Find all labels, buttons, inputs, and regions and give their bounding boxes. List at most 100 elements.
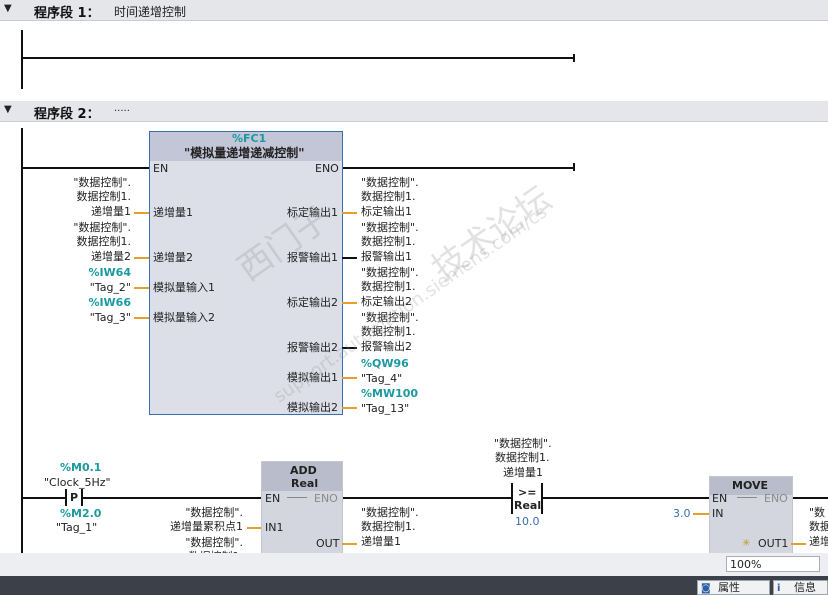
fc1-in3-address[interactable]: %IW64	[31, 266, 131, 279]
fc1-out5-address[interactable]: %QW96	[361, 357, 409, 370]
fc1-out1-wire	[342, 212, 357, 214]
add-in1-operand-line1[interactable]: "数据控制".	[143, 506, 243, 519]
contact-p-tag[interactable]: "Clock_5Hz"	[44, 476, 111, 489]
move-in-value[interactable]: 3.0	[673, 507, 691, 520]
fc1-out4-operand-line3[interactable]: 报警输出2	[361, 340, 412, 353]
compare-left-bar	[511, 483, 513, 514]
contact-p-left-bar	[65, 489, 67, 506]
fc1-en-label: EN	[153, 162, 169, 175]
fc1-out6-address[interactable]: %MW100	[361, 387, 418, 400]
fc1-pin-out6: 模拟输出2	[287, 401, 338, 414]
contact-p-edge-address[interactable]: %M2.0	[60, 507, 101, 520]
segment-1-comment[interactable]: 时间递增控制	[114, 3, 186, 20]
properties-icon: ◙	[701, 583, 711, 594]
contact-p-edge-tag[interactable]: "Tag_1"	[56, 521, 97, 534]
fc1-pin-in1: 递增量1	[153, 206, 193, 219]
fc1-in1-operand-line3[interactable]: 递增量1	[31, 205, 131, 218]
fc1-out4-operand-line2[interactable]: 数据控制1.	[361, 325, 416, 338]
collapse-triangle-icon[interactable]: ▼	[4, 104, 12, 115]
fc1-in1-operand-line2[interactable]: 数据控制1.	[31, 190, 132, 203]
compare-value[interactable]: 10.0	[515, 515, 540, 528]
move-out-operand-line1[interactable]: "数	[809, 506, 825, 519]
add-en-eno-link	[287, 497, 307, 498]
fc1-eno-wire[interactable]	[342, 167, 575, 169]
compare-symbol[interactable]: >=	[518, 486, 536, 499]
add-out-operand-line1[interactable]: "数据控制".	[361, 506, 419, 519]
add-in2-operand-line1[interactable]: "数据控制".	[143, 536, 243, 549]
add-out-wire	[342, 543, 357, 545]
fc1-out6-tag[interactable]: "Tag_13"	[361, 402, 409, 415]
compare-operand-line3[interactable]: 递增量1	[503, 466, 543, 479]
move-en-eno-link	[737, 497, 757, 498]
fc1-out3-operand-line1[interactable]: "数据控制".	[361, 266, 419, 279]
zoom-field[interactable]: 100%	[726, 556, 820, 572]
add-title: ADD	[290, 464, 317, 477]
tab-properties[interactable]: ◙ 属性	[697, 580, 770, 595]
fc1-in1-operand-line1[interactable]: "数据控制".	[31, 176, 131, 189]
rung-3-wire-c[interactable]	[342, 497, 511, 499]
fc1-out5-tag[interactable]: "Tag_4"	[361, 372, 402, 385]
compare-operand-line1[interactable]: "数据控制".	[494, 437, 552, 450]
add-in1-label: IN1	[265, 521, 284, 534]
rung-1-wire[interactable]	[21, 57, 574, 59]
rung-2-end	[573, 163, 575, 171]
segment-1-header[interactable]: ▼ 程序段 1： 时间递增控制	[0, 0, 828, 21]
fc1-out4-operand-line1[interactable]: "数据控制".	[361, 311, 419, 324]
fc1-pin-out4: 报警输出2	[287, 341, 338, 354]
move-out-operand-line2[interactable]: 数据	[809, 520, 828, 533]
fc1-in2-operand-line2[interactable]: 数据控制1.	[31, 235, 132, 248]
move-in-wire	[693, 513, 709, 515]
fc1-out2-operand-line2[interactable]: 数据控制1.	[361, 235, 416, 248]
move-out-operand-line3[interactable]: 递增	[809, 535, 828, 548]
fc1-en-wire[interactable]	[21, 167, 150, 169]
fc1-out1-operand-line1[interactable]: "数据控制".	[361, 176, 419, 189]
fc1-name[interactable]: "模拟量递增递减控制"	[184, 147, 305, 160]
fc1-in4-address[interactable]: %IW66	[31, 296, 131, 309]
watermark-text-2: 技术论坛	[424, 178, 559, 290]
fc1-out3-wire	[342, 302, 357, 304]
add-out-operand-line3[interactable]: 递增量1	[361, 535, 401, 548]
fc1-in3-tag[interactable]: "Tag_2"	[31, 281, 131, 294]
add-type[interactable]: Real	[291, 477, 318, 490]
segment-2-comment[interactable]: .....	[114, 103, 130, 114]
collapse-triangle-icon[interactable]: ▼	[4, 3, 12, 14]
move-eno-label: ENO	[764, 492, 788, 505]
fc1-pin-out2: 报警输出1	[287, 251, 338, 264]
power-rail-2	[21, 128, 23, 558]
fc1-out2-operand-line1[interactable]: "数据控制".	[361, 221, 419, 234]
fc1-in2-operand-line1[interactable]: "数据控制".	[31, 221, 131, 234]
fc1-in2-wire	[134, 257, 149, 259]
add-in1-operand-line2[interactable]: 递增量累积点1	[143, 520, 243, 533]
rung-3-wire-a[interactable]	[21, 497, 65, 499]
contact-p-address[interactable]: %M0.1	[60, 461, 101, 474]
fc1-out5-wire	[342, 377, 357, 379]
fc1-in4-wire	[134, 317, 149, 319]
fc1-out1-operand-line2[interactable]: 数据控制1.	[361, 190, 416, 203]
fc1-out1-operand-line3[interactable]: 标定输出1	[361, 205, 412, 218]
move-in-label: IN	[712, 507, 724, 520]
rung-3-wire-e[interactable]	[791, 497, 828, 499]
compare-operand-line2[interactable]: 数据控制1.	[495, 451, 550, 464]
insert-output-star-icon[interactable]: ✳	[742, 537, 750, 550]
fc1-address: %FC1	[232, 132, 267, 145]
contact-p-symbol[interactable]: P	[70, 491, 78, 504]
move-en-label: EN	[712, 492, 728, 505]
fc1-out3-operand-line3[interactable]: 标定输出2	[361, 295, 412, 308]
fc1-in2-operand-line3[interactable]: 递增量2	[31, 250, 131, 263]
fc1-out3-operand-line2[interactable]: 数据控制1.	[361, 280, 416, 293]
segment-2-header[interactable]: ▼ 程序段 2： .....	[0, 101, 828, 122]
rung-1-end	[573, 54, 575, 62]
tab-info[interactable]: i 信息	[773, 580, 828, 595]
fc1-pin-in4: 模拟量输入2	[153, 311, 215, 324]
fc1-in1-wire	[134, 212, 149, 214]
fc1-out4-wire	[342, 347, 357, 349]
fc1-out2-wire	[342, 257, 357, 259]
rung-3-wire-d[interactable]	[543, 497, 710, 499]
rung-3-wire-b[interactable]	[82, 497, 262, 499]
compare-type[interactable]: Real	[514, 499, 541, 512]
move-out1-label: OUT1	[758, 537, 789, 550]
add-out-operand-line2[interactable]: 数据控制1.	[361, 520, 416, 533]
fc1-in4-tag[interactable]: "Tag_3"	[31, 311, 131, 324]
add-eno-label: ENO	[314, 492, 338, 505]
fc1-out2-operand-line3[interactable]: 报警输出1	[361, 250, 412, 263]
